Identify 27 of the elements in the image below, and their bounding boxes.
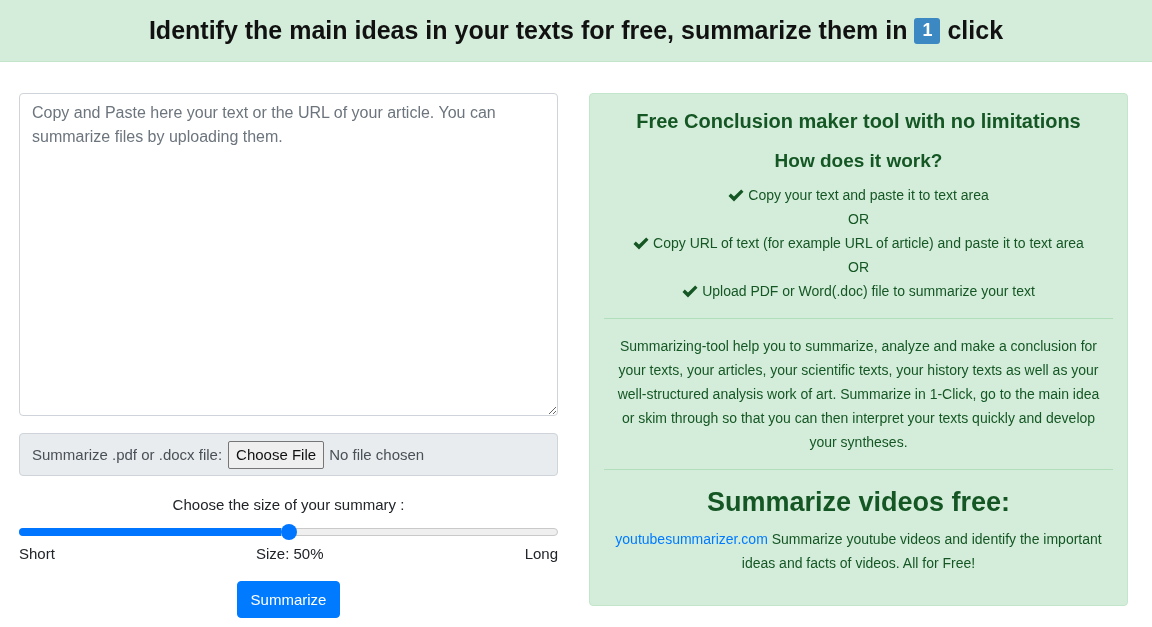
or-separator: OR <box>848 210 869 229</box>
step-text: Copy URL of text (for example URL of article) and paste it to text area <box>653 234 1084 253</box>
website-link[interactable]: youtubesummarizer.com <box>615 531 768 547</box>
page-title: click <box>947 16 1004 45</box>
or-separator: OR <box>848 258 869 277</box>
check-icon <box>728 188 745 202</box>
summarize-button[interactable]: Summarize <box>236 581 341 618</box>
step-text: Copy your text and paste it to text area <box>748 186 989 205</box>
page-title: Identify the main ideas in your texts for free, summarize them in <box>148 16 908 45</box>
slider-label: Choose the size of your summary : <box>171 495 406 515</box>
file-status-text: No file chosen <box>329 446 425 463</box>
tool-description: Summarizing-tool help you to summarize, analyze and make a conclusion for your texts, your articles, your scientific texts, your history texts as well as your well-structured analysis work of art. Summarize in 1-Click, go to the main idea or skim through so that you can then interpret your texts quickly and develop your syntheses. <box>616 337 1101 452</box>
panel-subtitle: How does it work? <box>773 149 944 173</box>
file-upload-label: Summarize .pdf or .docx file: <box>32 446 223 463</box>
check-icon <box>682 284 699 298</box>
check-icon <box>633 236 650 250</box>
slider-min-label: Short <box>19 544 55 564</box>
panel-title: Free Conclusion maker tool with no limitations <box>635 109 1082 134</box>
videos-heading: Summarize videos free: <box>705 486 1012 519</box>
choose-file-button[interactable]: Choose File <box>228 440 325 469</box>
slider-max-label: Long <box>524 544 558 564</box>
text-input-field[interactable]: Copy and Paste here your text or the URL of your article. You can summarize files by uploading them. <box>19 93 558 416</box>
slider-reading: Size: 50% <box>255 544 324 564</box>
slider-handle[interactable] <box>280 524 297 540</box>
number-keycap: 1 <box>914 17 941 44</box>
videos-description: youtubesummarizer.com Summarize youtube videos and identify the important ideas and facts of videos. All for Free! <box>614 530 1103 573</box>
step-text: Upload PDF or Word(.doc) file to summarize your text <box>702 282 1035 301</box>
